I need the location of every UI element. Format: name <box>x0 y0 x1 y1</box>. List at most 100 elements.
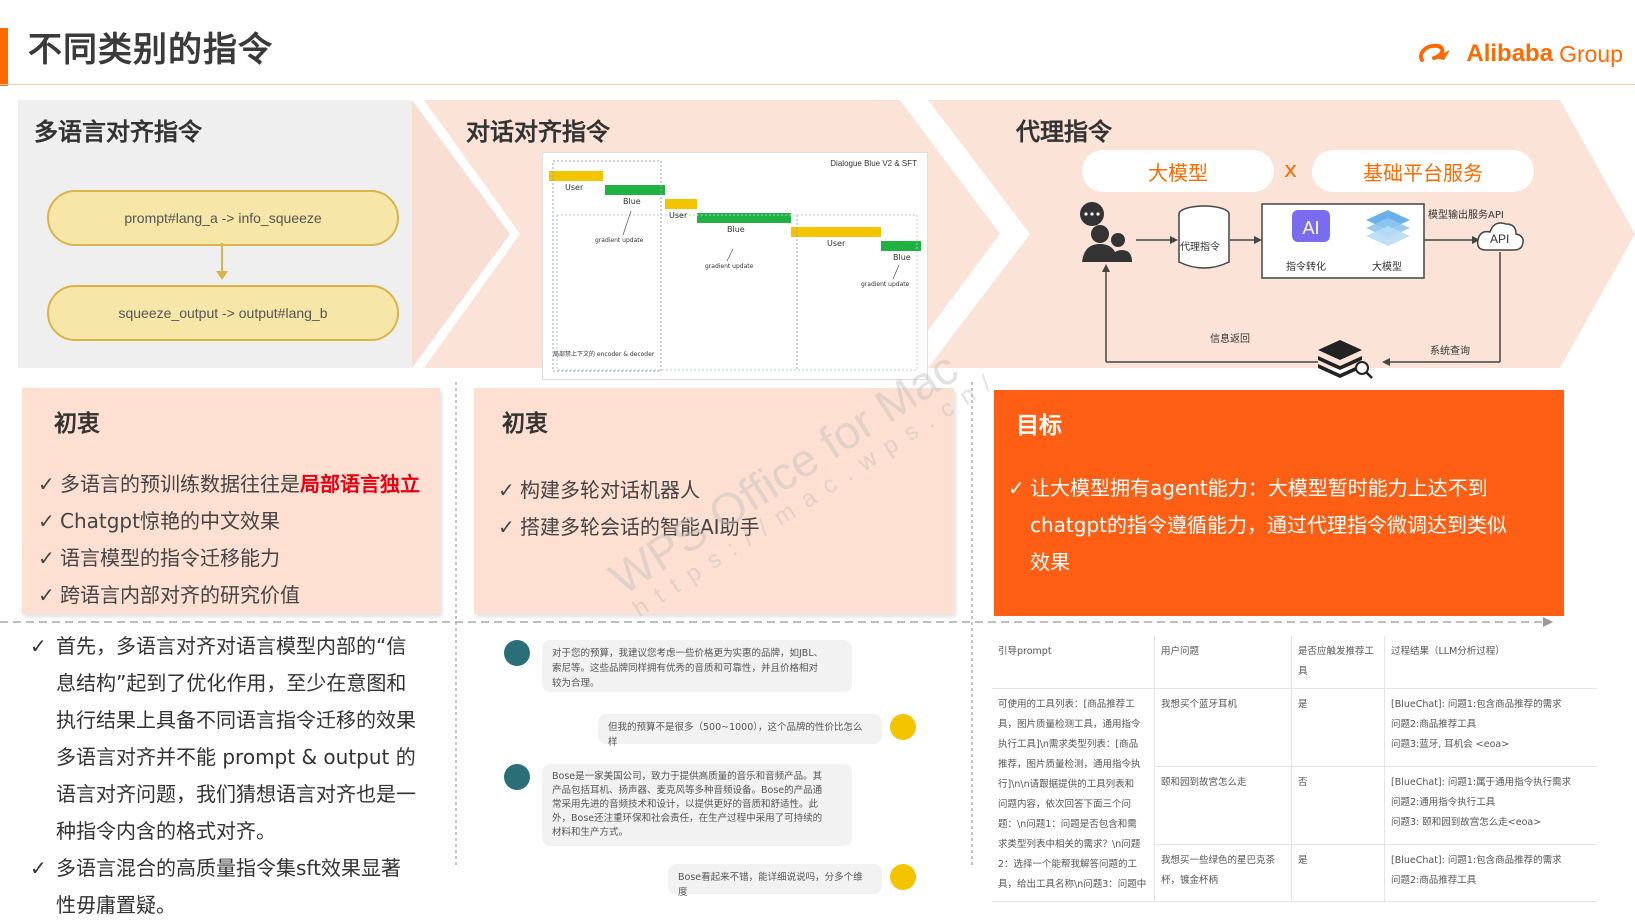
pill-squeeze-output: squeeze_output -> output#lang_b <box>47 285 399 341</box>
note-line: 多语言混合的高质量指令集sft效果显著 <box>56 856 401 880</box>
section-title-multilingual: 多语言对齐指令 <box>34 118 202 146</box>
chat-line: 较为合理。 <box>552 678 600 689</box>
prompt-line: 题：\n问题1：问题是否包含和需 <box>998 819 1137 830</box>
figure-caption: Dialogue Blue V2 & SFT <box>830 159 917 168</box>
result-cell: [BlueChat]: 问题1:属于通用指令执行需求 问题2:通用指令执行工具 … <box>1384 766 1597 846</box>
table-header: 用户问题 <box>1154 636 1292 689</box>
pill-large-model: 大模型 <box>1082 150 1274 192</box>
trigger-cell: 否 <box>1291 766 1385 846</box>
result-line: 问题2:通用指令执行工具 <box>1391 797 1496 809</box>
note-line: 种指令内含的格式对齐。 <box>56 819 276 843</box>
user-avatar-icon <box>890 714 916 740</box>
table-header: 引导prompt <box>992 636 1155 689</box>
table-header: 过程结果（LLM分析过程） <box>1384 636 1597 689</box>
chat-line: 材料和生产方式。 <box>552 827 629 838</box>
result-line: 问题2:商品推荐工具 <box>1391 719 1477 730</box>
title-accent-bar <box>0 28 8 86</box>
figure-label-user-1: User <box>565 183 584 192</box>
table-header-row: 引导prompt 用户问题 是否应触发推荐工具 过程结果（LLM分析过程） <box>992 636 1597 689</box>
chat-line: 对于您的预算，我建议您考虑一些价格更为实惠的品牌，如JBL、 <box>552 648 824 659</box>
ai-label: 指令转化 <box>1286 262 1326 273</box>
trigger-cell: 是 <box>1291 688 1385 768</box>
chat-line: 产品包括耳机、扬声器、麦克风等多种音频设备。Bose的产品通 <box>552 785 823 796</box>
db-label: 代理指令 <box>1180 242 1220 253</box>
tool-table-wrap: 引导prompt 用户问题 是否应触发推荐工具 过程结果（LLM分析过程） 可使… <box>992 636 1608 920</box>
chat-bubble-bot: Bose是一家美国公司，致力于提供高质量的音乐和音频产品。其 产品包括耳机、扬声… <box>542 764 852 846</box>
note-line: 息结构”起到了优化作用，至少在意图和 <box>56 671 407 695</box>
down-arrow-icon <box>216 243 228 280</box>
result-line: [BlueChat]: 问题1:属于通用指令执行需求 <box>1391 777 1572 789</box>
page-title: 不同类别的指令 <box>28 30 273 70</box>
chat-sample: 对于您的预算，我建议您考虑一些价格更为实惠的品牌，如JBL、 索尼等。这些品牌同… <box>476 628 960 910</box>
ai-icon: AI <box>1292 210 1330 242</box>
note-line: 执行结果上具备不同语言指令迁移的效果 <box>56 708 416 732</box>
user-avatar-icon <box>890 864 916 890</box>
agent-flow-diagram: AI <box>1080 202 1524 379</box>
pill-prompt-squeeze: prompt#lang_a -> info_squeeze <box>47 190 399 246</box>
result-line: 问题2:商品推荐工具 <box>1391 875 1477 887</box>
result-cell: [BlueChat]: 问题1:包含商品推荐的需求 问题2:商品推荐工具 问题3… <box>1384 688 1597 768</box>
check-icon: ✓ <box>30 856 47 880</box>
chat-line: 外，Bose还注重环保和社会责任，在生产过程中采用了可持续的 <box>552 813 823 824</box>
check-icon: ✓ <box>30 634 47 658</box>
conclusion-notes: ✓ 首先，多语言对齐对语言模型内部的“信 息结构”起到了优化作用，至少在意图和 执… <box>30 628 416 924</box>
section-title-agent: 代理指令 <box>1016 118 1112 146</box>
pill-platform-service: 基础平台服务 <box>1312 150 1534 192</box>
trigger-cell: 是 <box>1291 844 1385 902</box>
chat-line: Bose是一家美国公司，致力于提供高质量的音乐和音频产品。其 <box>552 771 823 782</box>
note-line: 语言对齐问题，我们猜想语言对齐也是一 <box>56 782 416 806</box>
question-cell: 我想买一些绿色的星巴克茶杯，镀金杯柄 <box>1154 844 1292 902</box>
prompt-line: 行]\n\n请跟据提供的工具列表和 <box>998 779 1135 790</box>
chat-bubble-bot: 对于您的预算，我建议您考虑一些价格更为实惠的品牌，如JBL、 索尼等。这些品牌同… <box>542 640 852 692</box>
tool-table: 引导prompt 用户问题 是否应触发推荐工具 过程结果（LLM分析过程） 可使… <box>992 636 1597 902</box>
prompt-line: 推荐，图片质量检测，通用指令执 <box>998 759 1141 770</box>
bot-avatar-icon <box>504 764 530 790</box>
section-title-dialogue: 对话对齐指令 <box>466 118 610 146</box>
prompt-line: 求类型列表中相关的需求？\n问题 <box>998 839 1141 850</box>
figure-note-3: gradient update <box>861 281 910 288</box>
header-divider <box>0 84 1635 85</box>
api-label: API <box>1490 232 1510 246</box>
api-top-label: 模型输出服务API <box>1428 210 1504 221</box>
result-line: 问题3: 颐和园到故宫怎么走<eoa> <box>1391 817 1542 829</box>
table-row: 可使用的工具列表：[商品推荐工 具，图片质量检测工具，通用指令 执行工具]\n需… <box>992 688 1597 902</box>
alibaba-group-logo: Alibaba Group <box>1416 40 1623 68</box>
figure-note-2: gradient update <box>705 263 754 270</box>
chat-bubble-user: 但我的预算不是很多（500~1000），这个品牌的性价比怎么样 <box>598 714 882 748</box>
database-icon <box>1178 205 1230 269</box>
question-cell: 颐和园到故宫怎么走 <box>1154 766 1292 846</box>
result-line: [BlueChat]: 问题1:包含商品推荐的需求 <box>1391 699 1562 710</box>
chat-line: 常采用先进的音频技术和设计，以提供更好的音质和舒适性。此 <box>552 799 819 810</box>
svg-text:AI: AI <box>1302 218 1319 238</box>
result-line: 问题3:蓝牙, 耳机会 <eoa> <box>1391 739 1510 750</box>
model-label: 大模型 <box>1372 262 1402 273</box>
prompt-line: 具，给出工具名称\n问题3：问题中 <box>998 879 1147 890</box>
figure-label-user-2: User <box>669 211 688 220</box>
note-line: 多语言对齐并不能 prompt & output 的 <box>56 745 416 769</box>
bot-avatar-icon <box>504 640 530 666</box>
result-line: [BlueChat]: 问题1:包含商品推荐的需求 <box>1391 855 1562 867</box>
prompt-line: 可使用的工具列表：[商品推荐工 <box>998 699 1135 710</box>
figure-label-blue-2: Blue <box>727 225 745 234</box>
table-header: 是否应触发推荐工具 <box>1291 636 1385 689</box>
note-line: 性毋庸置疑。 <box>56 893 176 917</box>
times-sign: x <box>1284 158 1298 183</box>
prompt-line: 问题内容，依次回答下面三个问 <box>998 799 1132 810</box>
question-cell: 我想买个蓝牙耳机 <box>1154 688 1292 768</box>
system-query-label: 系统查询 <box>1430 346 1470 357</box>
logo-brand-text: Alibaba <box>1466 40 1554 67</box>
info-return-label: 信息返回 <box>1210 334 1250 345</box>
dialogue-figure: Dialogue Blue V2 & SFT User Blue User Bl… <box>542 152 928 380</box>
logo-group-text: Group <box>1559 40 1623 67</box>
users-chat-icon <box>1080 202 1132 262</box>
chat-line: 索尼等。这些品牌同样拥有优秀的音质和可靠性，并且价格相对 <box>552 663 819 674</box>
figure-label-user-3: User <box>827 239 846 248</box>
alibaba-logo-icon <box>1419 43 1451 62</box>
figure-footer: 局部禁上下文的 encoder & decoder <box>553 351 655 358</box>
figure-label-blue-3: Blue <box>893 253 911 262</box>
prompt-cell: 可使用的工具列表：[商品推荐工 具，图片质量检测工具，通用指令 执行工具]\n需… <box>992 688 1155 902</box>
note-line: 首先，多语言对齐对语言模型内部的“信 <box>56 634 407 658</box>
prompt-line: 具，图片质量检测工具，通用指令 <box>998 719 1141 730</box>
figure-note-1: gradient update <box>595 237 644 244</box>
prompt-line: 执行工具]\n需求类型列表：[商品 <box>998 739 1139 750</box>
